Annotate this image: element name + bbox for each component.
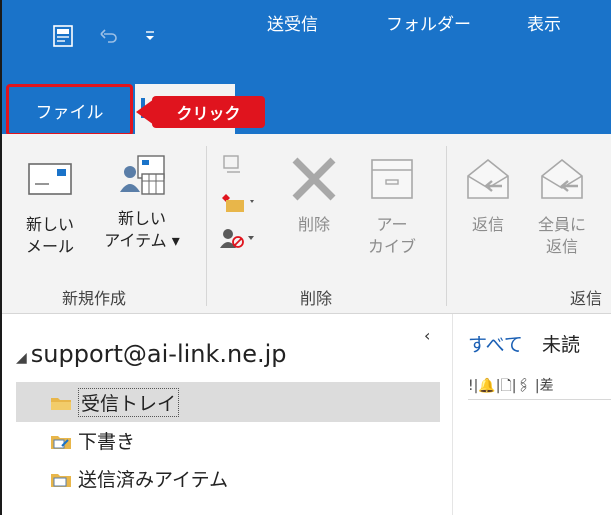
tab-view[interactable]: 表示	[527, 0, 561, 50]
folder-drafts-label: 下書き	[78, 430, 136, 453]
customize-qat-icon[interactable]	[144, 29, 156, 43]
new-items-button[interactable]: 新しい アイテム ▾	[94, 154, 190, 252]
filter-all[interactable]: すべて	[468, 330, 523, 357]
folder-inbox-label: 受信トレイ	[78, 387, 180, 417]
collapse-folder-pane-icon[interactable]: ‹	[424, 326, 430, 345]
ignore-icon	[223, 155, 240, 173]
cleanup-icon	[222, 194, 254, 212]
junk-button[interactable]	[218, 226, 258, 254]
reply-all-label-2: 返信	[545, 237, 578, 256]
quick-access-toolbar	[52, 24, 156, 48]
new-items-label-1: 新しい	[117, 209, 166, 228]
tab-send-receive[interactable]: 送受信	[267, 0, 318, 50]
reply-button[interactable]: 返信	[460, 156, 516, 236]
folder-inbox[interactable]: 受信トレイ	[16, 382, 440, 422]
drafts-folder-icon	[50, 430, 78, 450]
delete-button[interactable]: 削除	[286, 156, 342, 236]
folder-sent[interactable]: 送信済みアイテム	[16, 458, 440, 498]
reply-all-button[interactable]: 全員に 返信	[530, 156, 594, 258]
archive-label-2: カイブ	[367, 237, 416, 256]
reply-label: 返信	[471, 215, 504, 234]
new-mail-button[interactable]: 新しい メール	[20, 160, 80, 258]
junk-icon	[220, 229, 254, 248]
ribbon-body: 新しい メール 新しい アイテム ▾ 新規作成 削除 アー カイブ 削除 返信 …	[2, 134, 611, 314]
reply-all-icon	[541, 158, 583, 199]
folder-sent-label: 送信済みアイテム	[78, 468, 229, 491]
click-callout: クリック	[152, 96, 265, 128]
new-items-icon	[120, 155, 165, 195]
reply-icon	[467, 158, 509, 199]
folder-drafts[interactable]: 下書き	[16, 420, 440, 460]
group-label-delete: 削除	[300, 289, 333, 308]
message-list-column-header[interactable]: !|🔔|🗋|🖇 |差	[468, 374, 611, 400]
archive-box-icon	[371, 159, 413, 199]
column-header-icons: !|🔔|🗋|🖇 |差	[468, 377, 554, 394]
new-mail-label-1: 新しい	[25, 215, 74, 234]
group-separator	[446, 146, 447, 306]
reply-all-label-1: 全員に	[537, 215, 586, 234]
tab-file[interactable]: ファイル	[6, 84, 133, 136]
group-label-respond: 返信	[570, 289, 603, 308]
pane-divider	[452, 314, 453, 515]
cleanup-button[interactable]	[218, 190, 258, 218]
archive-button[interactable]: アー カイブ	[360, 156, 424, 258]
send-receive-all-icon[interactable]	[52, 24, 74, 48]
expand-triangle-icon[interactable]: ◢	[16, 350, 27, 366]
group-separator	[206, 146, 207, 306]
new-items-label-2: アイテム ▾	[104, 231, 180, 250]
filter-unread[interactable]: 未読	[542, 330, 580, 357]
tab-view-label: 表示	[527, 15, 561, 35]
inbox-folder-icon	[50, 393, 78, 411]
sent-folder-icon	[50, 468, 78, 488]
archive-label-1: アー	[376, 215, 408, 234]
ignore-button[interactable]	[220, 152, 244, 180]
click-callout-label: クリック	[176, 104, 241, 123]
tab-folder[interactable]: フォルダー	[386, 0, 471, 50]
tab-file-label: ファイル	[35, 102, 104, 123]
delete-label: 削除	[297, 215, 330, 234]
account-node[interactable]: ◢ support@ai-link.ne.jp	[16, 340, 287, 368]
outlook-window: ファイル 送受信 フォルダー 表示 クリック 新しい メール 新しい アイテム …	[0, 0, 611, 515]
group-label-new: 新規作成	[62, 289, 127, 308]
delete-x-icon	[292, 157, 336, 201]
new-mail-label-2: メール	[25, 237, 74, 256]
tab-folder-label: フォルダー	[386, 15, 471, 35]
account-email: support@ai-link.ne.jp	[30, 340, 287, 368]
tab-send-receive-label: 送受信	[267, 15, 318, 35]
undo-icon[interactable]	[100, 28, 118, 44]
new-mail-icon	[28, 163, 72, 195]
